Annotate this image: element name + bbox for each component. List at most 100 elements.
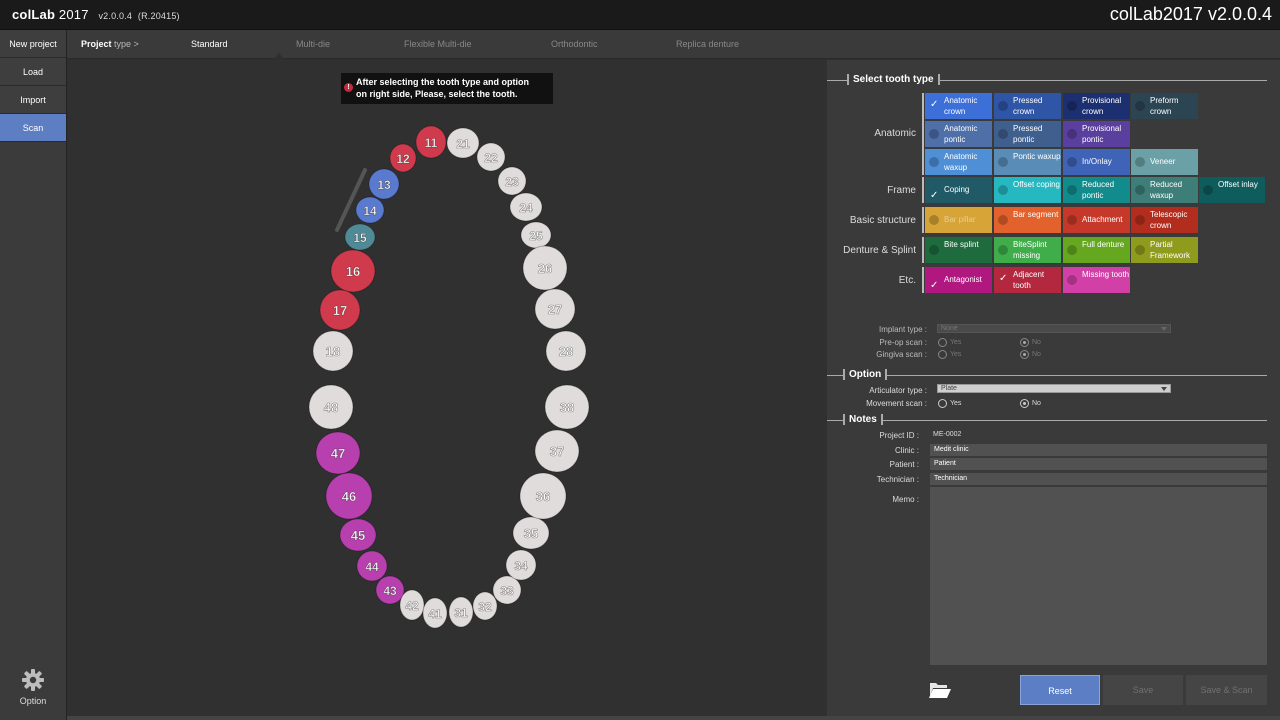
option-button[interactable]: Option <box>0 668 66 706</box>
tooth-48[interactable]: 48 <box>308 384 354 430</box>
tooth-type-attachment[interactable]: Attachment <box>1063 207 1130 233</box>
gingiva-no-radio[interactable]: No <box>1020 350 1041 359</box>
tooth-28[interactable]: 28 <box>545 330 587 372</box>
tooth-type-veneer[interactable]: Veneer <box>1131 149 1198 175</box>
tooth-16[interactable]: 16 <box>330 249 376 293</box>
tooth-17[interactable]: 17 <box>319 289 361 331</box>
tooth-type-provisional-pontic[interactable]: Provisional pontic <box>1063 121 1130 147</box>
tooth-type-anatomic-crown[interactable]: Anatomic crown <box>925 93 992 119</box>
save-and-scan-button[interactable]: Save & Scan <box>1186 675 1267 705</box>
tooth-11[interactable]: 11 <box>415 125 447 159</box>
folder-open-icon[interactable] <box>928 680 952 700</box>
preop-no-radio[interactable]: No <box>1020 338 1041 347</box>
tooth-35[interactable]: 35 <box>512 516 550 550</box>
tooth-type-antagonist[interactable]: Antagonist <box>925 267 992 299</box>
tooth-type-coping[interactable]: Coping <box>925 177 992 209</box>
load-button[interactable]: Load <box>0 58 66 86</box>
tab-multi-die[interactable]: Multi-die <box>296 39 330 49</box>
active-tab-indicator <box>274 53 284 59</box>
scan-button[interactable]: Scan <box>0 114 66 142</box>
articulator-type-select[interactable]: Plate <box>937 384 1171 393</box>
tooth-type-pontic-waxup[interactable]: Pontic waxup <box>994 149 1061 175</box>
technician-field[interactable]: Technician <box>930 473 1267 485</box>
tooth-type-label: Pressed pontic <box>1013 124 1043 144</box>
tooth-type-label: Provisional crown <box>1082 96 1122 116</box>
tooth-12[interactable]: 12 <box>389 143 417 173</box>
tooth-22[interactable]: 22 <box>476 142 506 172</box>
tooth-24[interactable]: 24 <box>509 192 543 222</box>
preop-yes-radio[interactable]: Yes <box>938 338 961 347</box>
check-icon <box>1203 185 1213 195</box>
new-project-button[interactable]: New project <box>0 30 66 58</box>
tooth-37[interactable]: 37 <box>534 429 580 473</box>
tooth-type-missing-tooth[interactable]: Missing tooth <box>1063 267 1130 293</box>
tooth-13[interactable]: 13 <box>368 168 400 200</box>
tooth-36[interactable]: 36 <box>519 472 567 520</box>
tooth-42[interactable]: 42 <box>399 589 425 621</box>
tooth-type-bar-segment[interactable]: Bar segment <box>994 207 1061 233</box>
tooth-26[interactable]: 26 <box>522 245 568 291</box>
tooth-type-label: Preform crown <box>1150 96 1179 116</box>
tooth-27[interactable]: 27 <box>534 288 576 330</box>
gingiva-yes-radio[interactable]: Yes <box>938 350 961 359</box>
patient-field[interactable]: Patient <box>930 458 1267 470</box>
tooth-type-preform-crown[interactable]: Preform crown <box>1131 93 1198 119</box>
tooth-47[interactable]: 47 <box>315 431 361 475</box>
tooth-type-anatomic-pontic[interactable]: Anatomic pontic <box>925 121 992 147</box>
tooth-25[interactable]: 25 <box>520 221 552 249</box>
tooth-34[interactable]: 34 <box>505 549 537 581</box>
tab-standard[interactable]: Standard <box>191 39 228 49</box>
tooth-type-reduced-waxup[interactable]: Reduced waxup <box>1131 177 1198 203</box>
tooth-23[interactable]: 23 <box>497 166 527 196</box>
movement-yes-radio[interactable]: Yes <box>938 399 961 408</box>
tooth-41[interactable]: 41 <box>422 597 448 629</box>
window-title: colLab2017 v2.0.0.4 <box>1109 4 1272 24</box>
tooth-type-provisional-crown[interactable]: Provisional crown <box>1063 93 1130 119</box>
tab-orthodontic[interactable]: Orthodontic <box>551 39 598 49</box>
tooth-44[interactable]: 44 <box>356 550 388 582</box>
tooth-number: 34 <box>514 559 528 573</box>
import-button[interactable]: Import <box>0 86 66 114</box>
implant-type-select[interactable]: None <box>937 324 1171 333</box>
reset-button[interactable]: Reset <box>1020 675 1100 705</box>
memo-field[interactable] <box>930 487 1267 665</box>
tab-flexible-multi-die[interactable]: Flexible Multi-die <box>404 39 472 49</box>
tooth-46[interactable]: 46 <box>325 472 373 520</box>
tooth-type-label: Partial Framework <box>1150 240 1191 260</box>
tooth-type-bite-splint[interactable]: Bite splint <box>925 237 992 263</box>
tooth-type-offset-coping[interactable]: Offset coping <box>994 177 1061 203</box>
tooth-32[interactable]: 32 <box>472 591 498 621</box>
tooth-type-partial-framework[interactable]: Partial Framework <box>1131 237 1198 263</box>
tooth-38[interactable]: 38 <box>544 384 590 430</box>
tooth-type-adjacent-tooth[interactable]: Adjacent tooth <box>994 267 1061 293</box>
tooth-type-anatomic-waxup[interactable]: Anatomic waxup <box>925 149 992 175</box>
tooth-number: 44 <box>365 560 379 574</box>
tooth-type-bitesplint-missing[interactable]: BiteSplint missing <box>994 237 1061 263</box>
patient-label: Patient : <box>889 460 919 469</box>
clinic-field[interactable]: Medit clinic <box>930 444 1267 456</box>
tooth-14[interactable]: 14 <box>355 196 385 224</box>
tooth-number: 35 <box>524 526 538 541</box>
tooth-21[interactable]: 21 <box>446 127 480 159</box>
dental-arch: 11 12 1314 15 16 17 18 21 22 2324 25 26 27 28 48 47 46 45… <box>308 125 590 629</box>
group-divider <box>922 93 924 175</box>
tooth-type-bar-pillar[interactable]: Bar pillar <box>925 207 992 233</box>
tooth-type-in-onlay[interactable]: In/Onlay <box>1063 149 1130 175</box>
tooth-45[interactable]: 45 <box>339 518 377 552</box>
tooth-type-offset-inlay[interactable]: Offset inlay <box>1199 177 1265 203</box>
tooth-type-telescopic-crown[interactable]: Telescopic crown <box>1131 207 1198 233</box>
save-button[interactable]: Save <box>1103 675 1183 705</box>
tooth-type-pressed-crown[interactable]: Pressed crown <box>994 93 1061 119</box>
tooth-43[interactable]: 43 <box>375 575 405 605</box>
check-icon <box>998 245 1008 255</box>
tab-replica-denture[interactable]: Replica denture <box>676 39 739 49</box>
tooth-33[interactable]: 33 <box>492 575 522 605</box>
tooth-type-label: Offset coping <box>1013 180 1060 189</box>
tooth-18[interactable]: 18 <box>312 330 354 372</box>
tooth-15[interactable]: 15 <box>344 223 376 251</box>
tooth-type-reduced-pontic[interactable]: Reduced pontic <box>1063 177 1130 203</box>
tooth-type-full-denture[interactable]: Full denture <box>1063 237 1130 263</box>
movement-no-radio[interactable]: No <box>1020 399 1041 408</box>
tooth-type-pressed-pontic[interactable]: Pressed pontic <box>994 121 1061 147</box>
tooth-31[interactable]: 31 <box>448 596 474 628</box>
